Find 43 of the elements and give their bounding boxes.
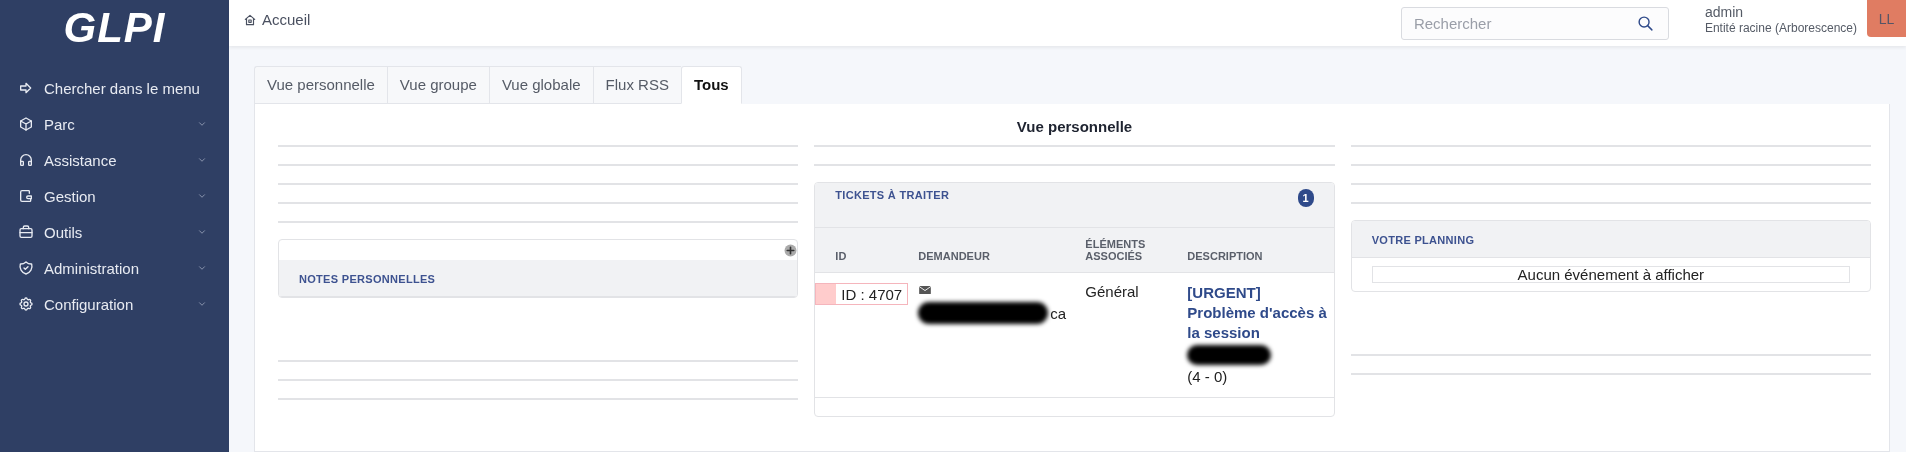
panel-title[interactable]: VOTRE PLANNING [1371, 234, 1475, 246]
menu-item[interactable]: Chercher dans le menu [0, 70, 229, 106]
gear-icon [18, 296, 34, 312]
user-name[interactable]: admin [1704, 4, 1857, 20]
home-icon [243, 12, 257, 27]
menu-item[interactable]: Configuration [0, 286, 229, 322]
column-header: ID [815, 228, 919, 273]
entity-name[interactable]: Entité racine (Arborescence) [1704, 21, 1857, 35]
ticket-counts: (4 - 0) [1187, 367, 1229, 387]
logo: GLPI [63, 4, 166, 52]
tab[interactable]: Vue groupe [386, 66, 489, 104]
tab[interactable]: Tous [680, 66, 742, 104]
panel-title[interactable]: TICKETS À TRAITER [835, 189, 950, 201]
requester-email: ca [1050, 304, 1067, 322]
arrow-right-icon [18, 80, 34, 96]
search-field[interactable]: Rechercher [1400, 7, 1669, 40]
plus-circle-icon [784, 243, 798, 257]
search-icon [1636, 15, 1654, 32]
cube-icon [18, 116, 34, 132]
tab[interactable]: Vue personnelle [254, 66, 387, 104]
menu-item[interactable]: Outils [0, 214, 229, 250]
wallet-icon [18, 188, 34, 204]
column-header: DESCRIPTION [1187, 228, 1334, 273]
column-header: DEMANDEUR [918, 228, 1086, 273]
panel-title[interactable]: NOTES PERSONNELLES [299, 273, 436, 285]
shield-check-icon [18, 260, 34, 276]
ticket-link[interactable]: [URGENT] Problème d'accès à la session [1187, 283, 1330, 343]
ticket-id[interactable]: ID : 4707 [815, 283, 909, 305]
tab[interactable]: Flux RSS [592, 66, 681, 104]
column-header: ÉLÉMENTS ASSOCIÉS [1085, 228, 1188, 273]
empty-message: Aucun événement à afficher [1371, 266, 1850, 283]
menu-item[interactable]: Gestion [0, 178, 229, 214]
headset-icon [18, 152, 34, 168]
view-title: Vue personnelle [1015, 117, 1134, 137]
menu-item[interactable]: Parc [0, 106, 229, 142]
menu-item[interactable]: Administration [0, 250, 229, 286]
breadcrumb-link[interactable]: Accueil [243, 11, 1401, 28]
table-cell: Général [1085, 273, 1188, 398]
menu-item[interactable]: Assistance [0, 142, 229, 178]
envelope-icon [918, 283, 933, 297]
count-badge: 1 [1297, 189, 1314, 207]
briefcase-icon [18, 224, 34, 240]
tab[interactable]: Vue globale [488, 66, 593, 104]
